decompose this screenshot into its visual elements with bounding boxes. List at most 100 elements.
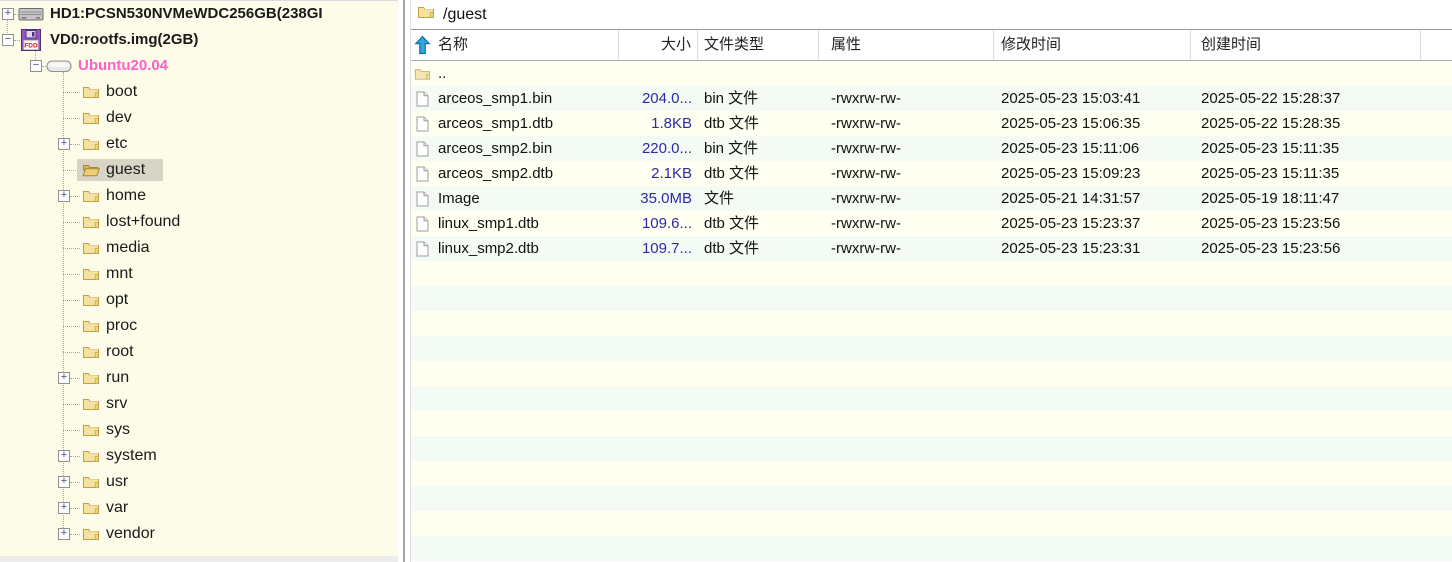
file-type: 文件 [698, 186, 819, 211]
tree-item-var[interactable]: +var [0, 495, 398, 521]
file-name-label: arceos_smp2.bin [438, 136, 552, 161]
tree-item-sys[interactable]: sys [0, 417, 398, 443]
tree-item-label: dev [106, 105, 132, 131]
sort-ascending-icon[interactable] [414, 35, 431, 60]
tree-item-label: opt [106, 287, 128, 313]
file-size: 204.0... [619, 86, 698, 111]
empty-row [411, 261, 1452, 286]
file-created: 2025-05-23 15:11:35 [1191, 161, 1421, 186]
column-header-5[interactable]: 创建时间 [1191, 30, 1421, 60]
column-header-1[interactable]: 大小 [619, 30, 698, 60]
folder-icon [78, 523, 104, 545]
file-name: linux_smp1.dtb [411, 211, 619, 236]
partition-tree-panel: +HD1:PCSN530NVMeWDC256GB(238GI−FDDVD0:ro… [0, 0, 398, 562]
file-type [698, 61, 819, 86]
tree-item-vendor[interactable]: +vendor [0, 521, 398, 547]
tree-item-hd1-pcsn530nvmewdc256gb-238gi[interactable]: +HD1:PCSN530NVMeWDC256GB(238GI [0, 1, 398, 27]
tree-item-media[interactable]: media [0, 235, 398, 261]
file-icon [414, 91, 431, 107]
collapse-minus-icon[interactable]: − [30, 60, 42, 72]
file-type: dtb 文件 [698, 236, 819, 261]
file-name-label: arceos_smp1.bin [438, 86, 552, 111]
empty-row [411, 411, 1452, 436]
file-modified: 2025-05-21 14:31:57 [994, 186, 1191, 211]
expand-plus-icon[interactable]: + [58, 372, 70, 384]
file-type: dtb 文件 [698, 161, 819, 186]
tree-item-label: system [106, 443, 157, 469]
tree-item-label: usr [106, 469, 128, 495]
panel-splitter[interactable] [398, 0, 410, 562]
folder-icon [78, 341, 104, 363]
file-row-linux_smp1.dtb[interactable]: linux_smp1.dtb109.6...dtb 文件-rwxrw-rw-20… [411, 211, 1452, 236]
file-row-arceos_smp1.bin[interactable]: arceos_smp1.bin204.0...bin 文件-rwxrw-rw-2… [411, 86, 1452, 111]
file-type: dtb 文件 [698, 111, 819, 136]
expand-plus-icon[interactable]: + [58, 190, 70, 202]
tree-item-system[interactable]: + system [0, 443, 398, 469]
file-row-parent[interactable]: .. [411, 61, 1452, 86]
tree-item-vd0-rootfs-img-2gb[interactable]: −FDD VD0:rootfs.img(2GB) [0, 27, 398, 53]
empty-row [411, 336, 1452, 361]
expand-plus-icon[interactable]: + [2, 8, 14, 20]
tree-item-label: sys [106, 417, 130, 443]
file-type: bin 文件 [698, 86, 819, 111]
file-name: arceos_smp2.dtb [411, 161, 619, 186]
column-header-0[interactable]: 名称 [411, 30, 619, 60]
partition-tree: +HD1:PCSN530NVMeWDC256GB(238GI−FDDVD0:ro… [0, 1, 398, 557]
tree-item-run[interactable]: +run [0, 365, 398, 391]
folder-icon [78, 289, 104, 311]
tree-item-lost-found[interactable]: lost+found [0, 209, 398, 235]
file-modified [994, 61, 1191, 86]
tree-item-mnt[interactable]: mnt [0, 261, 398, 287]
expand-plus-icon[interactable]: + [58, 528, 70, 540]
column-header-3[interactable]: 属性 [819, 30, 994, 60]
file-modified: 2025-05-23 15:23:31 [994, 236, 1191, 261]
file-name-label: arceos_smp1.dtb [438, 111, 553, 136]
tree-item-label: VD0:rootfs.img(2GB) [50, 27, 198, 53]
tree-item-opt[interactable]: opt [0, 287, 398, 313]
tree-item-home[interactable]: +home [0, 183, 398, 209]
file-row-linux_smp2.dtb[interactable]: linux_smp2.dtb109.7...dtb 文件-rwxrw-rw-20… [411, 236, 1452, 261]
folder-icon [78, 471, 104, 493]
expand-plus-icon[interactable]: + [58, 450, 70, 462]
tree-item-usr[interactable]: + usr [0, 469, 398, 495]
expand-plus-icon[interactable]: + [58, 476, 70, 488]
tree-item-root[interactable]: root [0, 339, 398, 365]
hdd-icon [18, 3, 44, 25]
file-row-Image[interactable]: Image35.0MB文件-rwxrw-rw-2025-05-21 14:31:… [411, 186, 1452, 211]
folder-icon [78, 393, 104, 415]
tree-item-ubuntu20-04[interactable]: −Ubuntu20.04 [0, 53, 398, 79]
file-size: 1.8KB [619, 111, 698, 136]
collapse-minus-icon[interactable]: − [2, 34, 14, 46]
fdd-icon: FDD [18, 29, 44, 51]
tree-item-dev[interactable]: dev [0, 105, 398, 131]
expand-plus-icon[interactable]: + [58, 502, 70, 514]
file-row-arceos_smp1.dtb[interactable]: arceos_smp1.dtb1.8KBdtb 文件-rwxrw-rw-2025… [411, 111, 1452, 136]
column-header-4[interactable]: 修改时间 [994, 30, 1191, 60]
column-header-2[interactable]: 文件类型 [698, 30, 819, 60]
file-created [1191, 61, 1421, 86]
folder-icon [78, 315, 104, 337]
empty-row [411, 511, 1452, 536]
tree-item-srv[interactable]: srv [0, 391, 398, 417]
tree-item-guest[interactable]: guest [0, 157, 398, 183]
file-size: 109.6... [619, 211, 698, 236]
expand-plus-icon[interactable]: + [58, 138, 70, 150]
tree-item-label: guest [106, 157, 145, 183]
folder-icon [78, 419, 104, 441]
tree-item-label: proc [106, 313, 137, 339]
empty-row [411, 386, 1452, 411]
file-attr: -rwxrw-rw- [819, 161, 994, 186]
file-name: .. [411, 61, 619, 86]
file-icon [414, 191, 431, 207]
tree-item-etc[interactable]: +etc [0, 131, 398, 157]
folder-icon [78, 367, 104, 389]
empty-row [411, 536, 1452, 561]
column-header-row: 名称大小文件类型属性修改时间创建时间 [411, 30, 1452, 61]
tree-item-boot[interactable]: boot [0, 79, 398, 105]
file-row-arceos_smp2.dtb[interactable]: arceos_smp2.dtb2.1KBdtb 文件-rwxrw-rw-2025… [411, 161, 1452, 186]
horizontal-scrollbar[interactable] [0, 556, 398, 562]
empty-row [411, 286, 1452, 311]
tree-item-proc[interactable]: proc [0, 313, 398, 339]
file-name: Image [411, 186, 619, 211]
file-row-arceos_smp2.bin[interactable]: arceos_smp2.bin220.0...bin 文件-rwxrw-rw-2… [411, 136, 1452, 161]
